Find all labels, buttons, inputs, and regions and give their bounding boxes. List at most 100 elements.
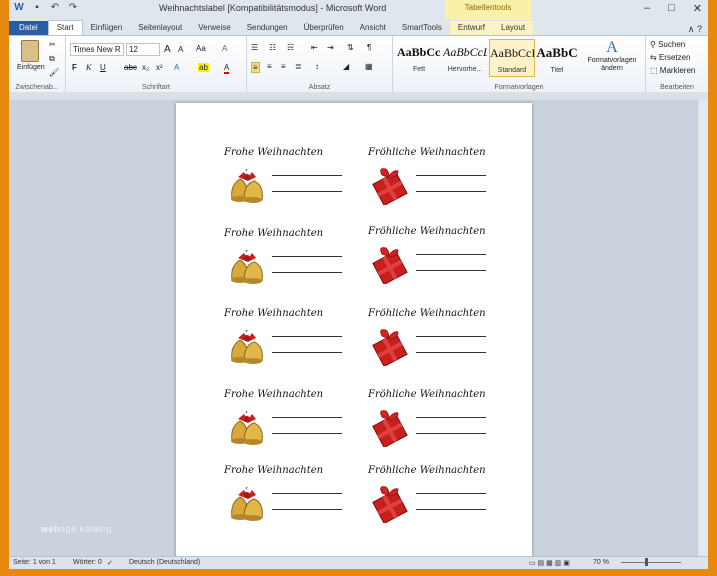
- tab-einfügen[interactable]: Einfügen: [83, 21, 131, 35]
- tab-überprüfen[interactable]: Überprüfen: [296, 21, 352, 35]
- show-marks-icon[interactable]: ¶: [367, 43, 371, 52]
- style-hervorhe[interactable]: AaBbCcL Hervorhe...: [443, 39, 487, 75]
- tab-seitenlayout[interactable]: Seitenlayout: [130, 21, 190, 35]
- write-line: [416, 175, 486, 176]
- window-controls: – □ ✕: [644, 2, 702, 15]
- binoculars-icon: ⚲: [650, 40, 656, 49]
- font-group-label: Schriftart: [141, 84, 170, 91]
- shrink-font-button[interactable]: A: [178, 45, 183, 54]
- change-case-button[interactable]: Aa: [196, 44, 206, 53]
- font-name-combo[interactable]: Times New R: [70, 43, 124, 56]
- tab-datei[interactable]: Datei: [9, 21, 48, 35]
- undo-icon[interactable]: ↶: [49, 2, 61, 14]
- page-count[interactable]: Seite: 1 von 1: [13, 559, 56, 566]
- label-cell[interactable]: Fröhliche Weihnachten: [368, 308, 512, 368]
- language-indicator[interactable]: Deutsch (Deutschland): [129, 559, 200, 566]
- label-cell[interactable]: Frohe Weihnachten: [224, 389, 368, 445]
- write-line: [272, 256, 342, 257]
- help-icon[interactable]: ∧ ?: [688, 24, 708, 35]
- label-cell[interactable]: Fröhliche Weihnachten: [368, 226, 512, 286]
- justify-icon[interactable]: ≣: [295, 62, 302, 71]
- style-titel[interactable]: AaBbC Titel: [535, 39, 579, 75]
- select-button[interactable]: ⬚ Markieren: [650, 66, 695, 75]
- tab-start[interactable]: Start: [47, 20, 83, 35]
- label-cell[interactable]: Fröhliche Weihnachten: [368, 465, 512, 525]
- tab-layout[interactable]: Layout: [493, 21, 534, 35]
- zoom-slider-thumb[interactable]: [645, 558, 648, 566]
- label-greeting: Frohe Weihnachten: [224, 228, 324, 239]
- label-greeting: Fröhliche Weihnachten: [368, 226, 486, 237]
- font-size-combo[interactable]: 12: [126, 43, 160, 56]
- gift-icon: [368, 407, 410, 452]
- subscript-button[interactable]: x₂: [142, 63, 149, 72]
- ribbon: Einfügen ✂ ⧉ 🖌 Zwischenab... Times New R…: [9, 35, 708, 93]
- find-button[interactable]: ⚲ Suchen: [650, 40, 685, 49]
- tab-entwurf[interactable]: Entwurf: [449, 21, 494, 35]
- format-painter-icon[interactable]: 🖌: [49, 68, 59, 77]
- copy-icon[interactable]: ⧉: [49, 54, 55, 64]
- document-page[interactable]: Frohe Weihnachten Fröhliche Weihnachten Fr…: [176, 103, 532, 563]
- replace-button[interactable]: ⇆ Ersetzen: [650, 53, 691, 62]
- tab-ansicht[interactable]: Ansicht: [352, 21, 394, 35]
- text-effects-button[interactable]: A: [174, 63, 179, 72]
- grow-font-button[interactable]: A: [164, 44, 171, 55]
- title-bar: W ▪ ↶ ↷ Weihnachtslabel [Kompatibilitäts…: [9, 0, 708, 21]
- increase-indent-icon[interactable]: ⇥: [327, 43, 334, 52]
- label-cell[interactable]: Frohe Weihnachten: [224, 147, 368, 203]
- write-line: [416, 352, 486, 353]
- maximize-button[interactable]: □: [668, 2, 675, 15]
- italic-button[interactable]: K: [86, 63, 91, 72]
- proofing-icon[interactable]: ✓: [107, 559, 113, 567]
- align-center-icon[interactable]: ≡: [267, 62, 272, 71]
- change-styles-button[interactable]: A Formatvorlagen ändern: [583, 39, 641, 73]
- bells-icon: [224, 166, 270, 212]
- clear-format-button[interactable]: A: [222, 44, 227, 53]
- vertical-scrollbar[interactable]: [697, 100, 708, 556]
- save-icon[interactable]: ▪: [31, 2, 43, 14]
- style-standard[interactable]: AaBbCcI Standard: [489, 39, 535, 77]
- align-left-icon[interactable]: ≡: [251, 62, 260, 73]
- label-cell[interactable]: Fröhliche Weihnachten: [368, 147, 512, 207]
- label-greeting: Frohe Weihnachten: [224, 147, 324, 158]
- status-bar: Seite: 1 von 1 Wörter: 0 ✓ Deutsch (Deut…: [9, 556, 708, 569]
- font-color-button[interactable]: A: [224, 63, 230, 74]
- style-fett[interactable]: AaBbCcI Fett: [397, 39, 441, 75]
- view-buttons[interactable]: ▭ ▤ ▦ ▥ ▣: [529, 559, 570, 567]
- paste-button[interactable]: Einfügen: [17, 40, 45, 71]
- cut-icon[interactable]: ✂: [49, 40, 56, 49]
- label-cell[interactable]: Frohe Weihnachten: [224, 308, 368, 364]
- close-button[interactable]: ✕: [693, 2, 702, 15]
- write-line: [272, 493, 342, 494]
- shading-icon[interactable]: ◢: [343, 62, 349, 71]
- numbering-icon[interactable]: ☷: [269, 43, 276, 52]
- align-right-icon[interactable]: ≡: [281, 62, 286, 71]
- multilevel-list-icon[interactable]: ☵: [287, 43, 294, 52]
- label-cell[interactable]: Frohe Weihnachten: [224, 465, 368, 521]
- font-group: Times New R 12 A A Aa A F K U abc x₂ x² …: [66, 36, 247, 92]
- minimize-button[interactable]: –: [644, 2, 650, 15]
- sort-icon[interactable]: ⇅: [347, 43, 354, 52]
- underline-button[interactable]: U: [100, 63, 106, 72]
- zoom-slider[interactable]: [621, 562, 681, 563]
- tab-verweise[interactable]: Verweise: [190, 21, 238, 35]
- label-cell[interactable]: Frohe Weihnachten: [224, 228, 368, 284]
- decrease-indent-icon[interactable]: ⇤: [311, 43, 318, 52]
- label-cell[interactable]: Fröhliche Weihnachten: [368, 389, 512, 449]
- write-line: [272, 272, 342, 273]
- tab-smarttools[interactable]: SmartTools: [394, 21, 450, 35]
- replace-icon: ⇆: [650, 53, 657, 62]
- line-spacing-icon[interactable]: ↕: [315, 62, 319, 71]
- tab-sendungen[interactable]: Sendungen: [239, 21, 296, 35]
- highlight-button[interactable]: ab: [198, 63, 209, 72]
- strikethrough-button[interactable]: abc: [124, 63, 137, 72]
- borders-icon[interactable]: ▦: [365, 62, 373, 71]
- bullets-icon[interactable]: ☰: [251, 43, 258, 52]
- clipboard-group: Einfügen ✂ ⧉ 🖌 Zwischenab...: [9, 36, 66, 92]
- word-count[interactable]: Wörter: 0: [73, 559, 102, 566]
- superscript-button[interactable]: x²: [156, 63, 163, 72]
- redo-icon[interactable]: ↷: [67, 2, 79, 14]
- zoom-level[interactable]: 70 %: [593, 559, 609, 566]
- bold-button[interactable]: F: [72, 63, 77, 72]
- write-line: [416, 270, 486, 271]
- gift-icon: [368, 244, 410, 289]
